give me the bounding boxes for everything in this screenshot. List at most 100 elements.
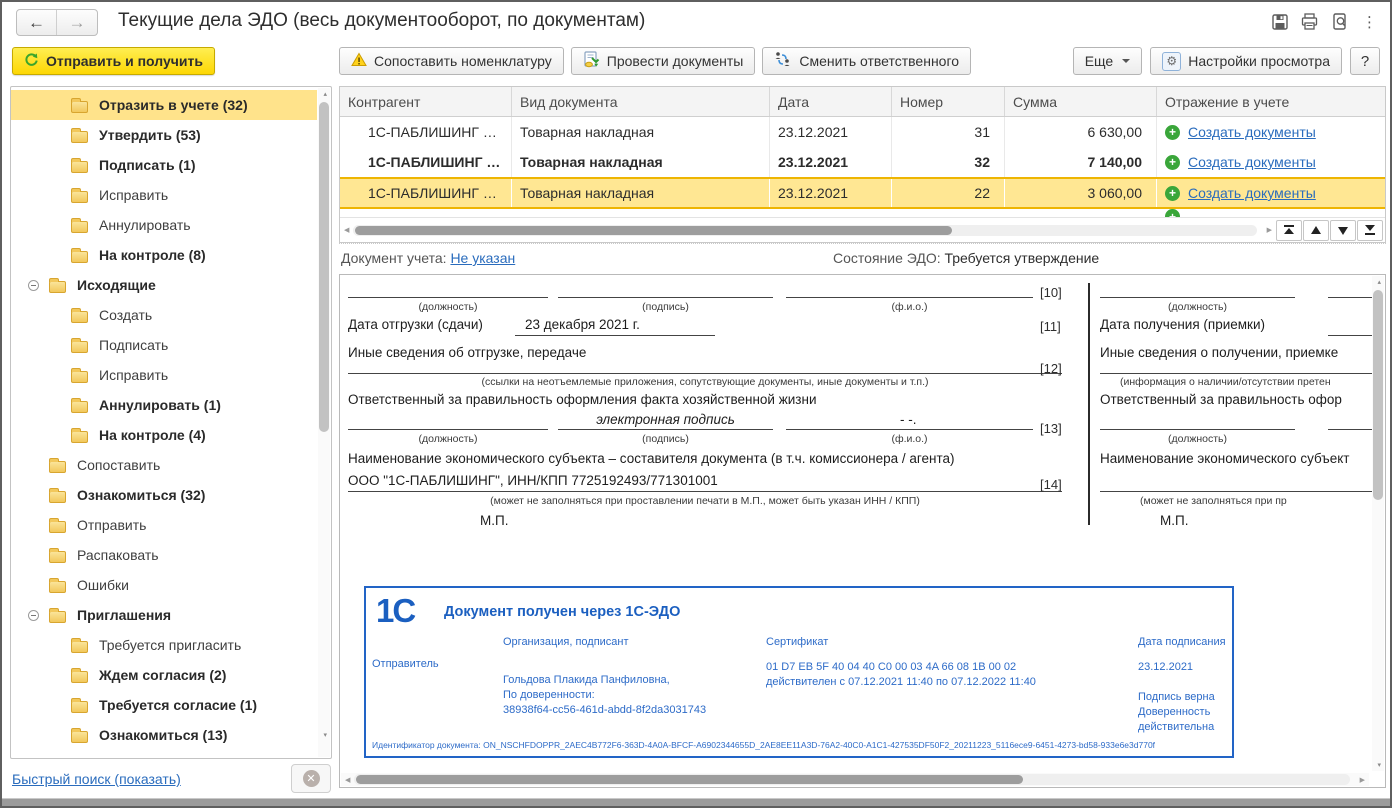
save-icon[interactable] (1269, 11, 1290, 32)
tree-item-match[interactable]: Сопоставить (11, 450, 317, 480)
preview-vscrollbar[interactable]: ▴ ▾ (1372, 276, 1384, 771)
folder-icon (71, 161, 88, 173)
table-row[interactable]: 1С-ПАБЛИШИНГ … Товарная накладная 23.12.… (340, 117, 1385, 147)
stamp-sign-date: 23.12.2021 (1138, 661, 1193, 673)
change-responsible-button[interactable]: Сменить ответственного (762, 47, 971, 75)
preview-vscroll-thumb[interactable] (1373, 290, 1383, 500)
table-row[interactable]: 1С-ПАБЛИШИНГ … Товарная накладная 23.12.… (340, 147, 1385, 177)
folder-icon (71, 701, 88, 713)
change-responsible-label: Сменить ответственного (799, 53, 959, 69)
create-documents-link[interactable]: Создать документы (1188, 124, 1316, 140)
tree-item-annul-out[interactable]: Аннулировать (1) (11, 390, 317, 420)
tree-item-approve[interactable]: Утвердить (53) (11, 120, 317, 150)
quick-search-link[interactable]: Быстрый поиск (показать) (12, 771, 181, 787)
receive-date-label: Дата получения (приемки) (1100, 317, 1265, 332)
sidebar-scroll-thumb[interactable] (319, 102, 329, 432)
table-row-selected[interactable]: 1С-ПАБЛИШИНГ … Товарная накладная 23.12.… (340, 177, 1385, 209)
tree-item-annul[interactable]: Аннулировать (11, 210, 317, 240)
col-number[interactable]: Номер (892, 87, 1005, 116)
other-receive-info: Иные сведения о получении, приемке (1100, 345, 1338, 360)
collapse-icon[interactable] (28, 280, 39, 291)
form-ref-14: [14] (1040, 477, 1062, 492)
splitter[interactable] (339, 243, 1386, 244)
col-reflection[interactable]: Отражение в учете (1157, 87, 1385, 116)
folder-icon (49, 581, 66, 593)
stamp-sign-date-label: Дата подписания (1138, 636, 1226, 648)
preview-scroll-thumb[interactable] (356, 775, 1023, 784)
back-button[interactable]: ← (17, 10, 57, 35)
preview-search-icon[interactable] (1329, 11, 1350, 32)
tree-item-errors[interactable]: Ошибки (11, 570, 317, 600)
subject-label: Наименование экономического субъекта – с… (348, 451, 955, 466)
sidebar-scrollbar[interactable]: ▴ ▾ (318, 88, 330, 757)
tree-item-review[interactable]: Ознакомиться (32) (11, 480, 317, 510)
other-ship-info: Иные сведения об отгрузке, передаче (348, 345, 586, 360)
tree-item-fix-out[interactable]: Исправить (11, 360, 317, 390)
accounting-doc-link[interactable]: Не указан (450, 250, 515, 266)
create-documents-link[interactable]: Создать документы (1188, 185, 1316, 201)
esign-value: электронная подпись (558, 412, 773, 427)
tree-item-outgoing[interactable]: Исходящие (11, 270, 317, 300)
more-menu-icon[interactable]: ⋮ (1359, 11, 1380, 32)
scroll-down-icon[interactable]: ▾ (323, 731, 327, 739)
table-scroll-track[interactable] (353, 225, 1256, 236)
form-ref-10: [10] (1040, 285, 1062, 300)
caption-fio: (ф.и.о.) (786, 301, 1033, 313)
links-line (348, 373, 1062, 374)
document-form: (должность) (подпись) (ф.и.о.) [10] Дата… (340, 275, 1385, 787)
tree-item-wait-consent[interactable]: Ждем согласия (2) (11, 660, 317, 690)
collapse-icon[interactable] (28, 610, 39, 621)
tree-item-need-invite[interactable]: Требуется пригласить (11, 630, 317, 660)
preview-scroll-track[interactable] (354, 774, 1349, 785)
tree-item-invitations[interactable]: Приглашения (11, 600, 317, 630)
col-date[interactable]: Дата (770, 87, 892, 116)
scroll-up-icon[interactable]: ▴ (323, 90, 327, 98)
more-button[interactable]: Еще (1073, 47, 1143, 75)
tree-item-sign[interactable]: Подписать (1) (11, 150, 317, 180)
scroll-down-icon[interactable]: ▾ (1377, 761, 1381, 769)
tree-item-review-inv[interactable]: Ознакомиться (13) (11, 720, 317, 750)
table-scroll-thumb[interactable] (355, 226, 951, 235)
tree-item-unpack[interactable]: Распаковать (11, 540, 317, 570)
scroll-right-icon[interactable]: ▶ (1356, 776, 1369, 784)
scroll-left-icon[interactable]: ◀ (340, 226, 353, 234)
tree-item-on-control[interactable]: На контроле (8) (11, 240, 317, 270)
col-contractor[interactable]: Контрагент (340, 87, 512, 116)
table-hscrollbar: ◀ ▶ (340, 217, 1385, 242)
stamp-cert-label: Сертификат (766, 636, 828, 648)
tree-item-on-control-out[interactable]: На контроле (4) (11, 420, 317, 450)
1c-logo: 1С (376, 592, 414, 630)
go-down-button[interactable] (1330, 220, 1356, 241)
preview-hscrollbar[interactable]: ◀ ▶ (341, 773, 1369, 786)
clear-search-button[interactable]: ✕ (291, 764, 331, 793)
create-documents-link[interactable]: Создать документы (1188, 154, 1316, 170)
tree-item-sign-out[interactable]: Подписать (11, 330, 317, 360)
go-last-button[interactable] (1357, 220, 1383, 241)
tree-item-reflect-accounting[interactable]: Отразить в учете (32) (11, 90, 317, 120)
folder-icon (71, 641, 88, 653)
post-documents-button[interactable]: Провести документы (571, 47, 756, 75)
folder-icon (71, 671, 88, 683)
help-button[interactable]: ? (1350, 47, 1380, 75)
tree-item-need-consent[interactable]: Требуется согласие (1) (11, 690, 317, 720)
scroll-left-icon[interactable]: ◀ (341, 776, 354, 784)
go-first-button[interactable] (1276, 220, 1302, 241)
match-nomenclature-button[interactable]: Сопоставить номенклатуру (339, 47, 564, 75)
subject-underline (348, 491, 1062, 492)
col-doc-type[interactable]: Вид документа (512, 87, 770, 116)
folder-icon (71, 191, 88, 203)
scroll-right-icon[interactable]: ▶ (1263, 226, 1276, 234)
forward-button[interactable]: → (57, 10, 97, 35)
print-icon[interactable] (1299, 11, 1320, 32)
folder-icon (71, 401, 88, 413)
col-sum[interactable]: Сумма (1005, 87, 1157, 116)
go-up-button[interactable] (1303, 220, 1329, 241)
view-settings-button[interactable]: ⚙ Настройки просмотра (1150, 47, 1342, 75)
create-plus-icon: + (1165, 125, 1180, 140)
tree-item-fix[interactable]: Исправить (11, 180, 317, 210)
stamp-sender-label: Отправитель (372, 658, 439, 670)
tree-item-send[interactable]: Отправить (11, 510, 317, 540)
scroll-up-icon[interactable]: ▴ (1377, 278, 1381, 286)
tree-item-create[interactable]: Создать (11, 300, 317, 330)
send-receive-button[interactable]: Отправить и получить (12, 47, 215, 75)
